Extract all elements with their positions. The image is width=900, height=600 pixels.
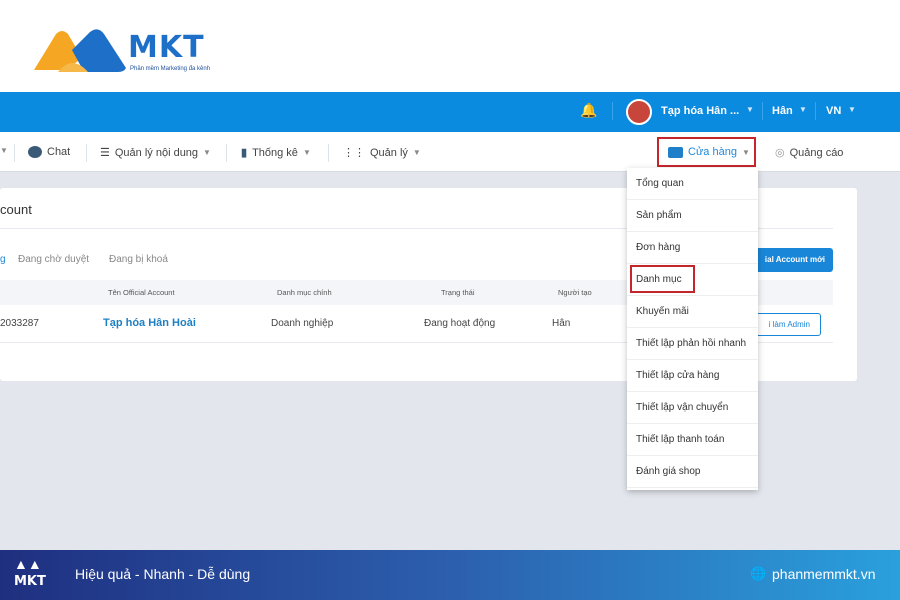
avatar[interactable]	[626, 99, 652, 125]
make-admin-button[interactable]: i làm Admin	[747, 313, 821, 336]
dropdown-item[interactable]: Thiết lập thanh toán	[627, 424, 758, 456]
dropdown-item[interactable]: Đánh giá shop	[627, 456, 758, 488]
nav-bar: ▼ Chat ☰ Quản lý nội dung ▼ ▮ Thống kê ▼ ⋮⋮ Q…	[0, 132, 900, 172]
nav-chat[interactable]: Chat	[28, 146, 70, 158]
dropdown-item[interactable]: Sản phẩm	[627, 200, 758, 232]
tab-locked[interactable]: Đang bị khoá	[109, 254, 168, 265]
tab-active[interactable]: g	[0, 254, 6, 265]
dropdown-item[interactable]: Khuyến mãi	[627, 296, 758, 328]
chat-icon	[28, 146, 42, 158]
bar-chart-icon: ▮	[241, 147, 248, 159]
language-menu[interactable]: VN	[826, 105, 841, 117]
dropdown-item[interactable]: Thiết lập cửa hàng	[627, 360, 758, 392]
list-icon: ☰	[100, 147, 110, 159]
top-bar: 🔔 Tạp hóa Hân ... ▼ Hân ▼ VN ▼	[0, 92, 900, 132]
bell-icon[interactable]: 🔔	[580, 102, 597, 119]
card-title: count	[0, 202, 32, 217]
user-menu[interactable]: Hân	[772, 105, 793, 117]
dropdown-item[interactable]: Thiết lập phản hồi nhanh	[627, 328, 758, 360]
target-icon: ◎	[775, 147, 785, 159]
nav-stats[interactable]: ▮ Thống kê ▼	[241, 146, 311, 160]
footer-banner: MKT ▲▲ Hiệu quả - Nhanh - Dễ dùng 🌐 phan…	[0, 550, 900, 600]
footer-website[interactable]: phanmemmkt.vn	[772, 566, 875, 582]
mkt-logo: MKT Phần mềm Marketing đa kênh	[32, 28, 222, 78]
logo-mark-icon	[34, 29, 126, 72]
dropdown-item[interactable]: Đơn hàng	[627, 232, 758, 264]
store-dropdown-menu: Tổng quan Sản phẩm Đơn hàng Danh mục Khuyến …	[627, 168, 758, 490]
dropdown-item[interactable]: Thiết lập vận chuyển	[627, 392, 758, 424]
account-name-link[interactable]: Tạp hóa Hân Hoài	[103, 317, 196, 329]
footer-logo-mark-icon: ▲▲	[14, 556, 42, 572]
shop-selector[interactable]: Tạp hóa Hân ...	[661, 105, 739, 117]
nav-manage[interactable]: ⋮⋮ Quản lý ▼	[343, 146, 421, 160]
grid-icon: ⋮⋮	[343, 147, 365, 159]
category-highlight	[630, 265, 695, 293]
dropdown-item[interactable]: Tổng quan	[627, 168, 758, 200]
globe-icon: 🌐	[750, 566, 767, 581]
nav-ads[interactable]: ◎ Quảng cáo	[775, 146, 843, 160]
store-highlight	[657, 137, 756, 167]
footer-logo: MKT	[14, 574, 46, 589]
tab-pending[interactable]: Đang chờ duyệt	[18, 254, 89, 265]
nav-content[interactable]: ☰ Quản lý nội dung ▼	[100, 146, 211, 160]
footer-slogan: Hiệu quả - Nhanh - Dễ dùng	[75, 566, 251, 582]
